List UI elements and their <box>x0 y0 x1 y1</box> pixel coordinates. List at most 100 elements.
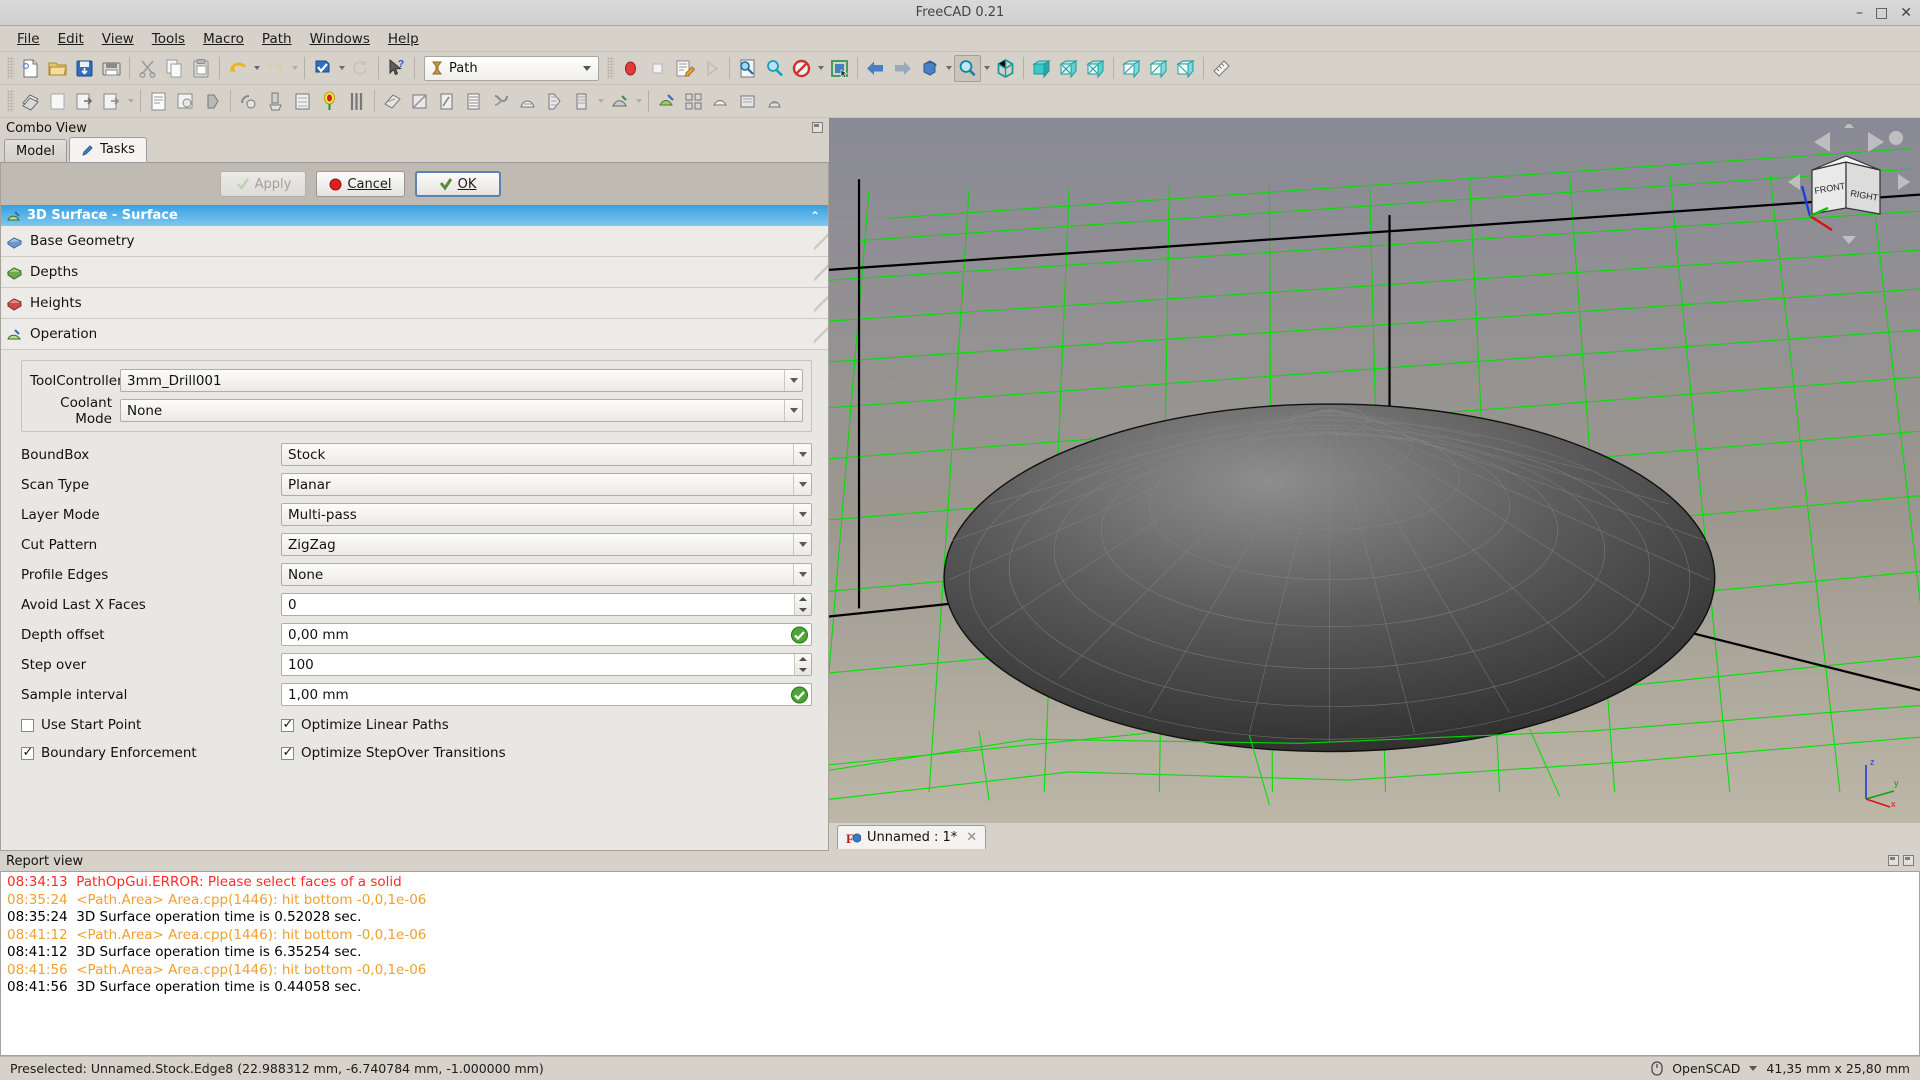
path-3d-surface-icon[interactable] <box>606 88 633 115</box>
left-view-icon[interactable] <box>1172 55 1199 82</box>
toolcontroller-select[interactable]: 3mm_Drill001 <box>120 369 803 392</box>
toolbar-handle[interactable] <box>7 57 14 79</box>
back-arrow-icon[interactable] <box>862 55 889 82</box>
scan-type-select[interactable]: Planar <box>281 473 812 496</box>
chevron-down-icon[interactable] <box>793 534 811 555</box>
zoom-dropdown-arrow[interactable] <box>981 55 992 82</box>
spinner-arrows-icon[interactable] <box>794 654 811 675</box>
chevron-down-icon[interactable] <box>784 400 802 421</box>
measure-icon[interactable] <box>1208 55 1235 82</box>
save-document-icon[interactable] <box>71 55 98 82</box>
report-view-body[interactable]: 08:34:13 PathOpGui.ERROR: Please select … <box>0 871 1920 1056</box>
rotate-view-icon[interactable] <box>916 55 943 82</box>
path-dressup-icon[interactable] <box>568 88 595 115</box>
path-inspect-gcode-icon[interactable] <box>145 88 172 115</box>
path-surface-icon[interactable] <box>514 88 541 115</box>
chevron-down-icon[interactable] <box>793 564 811 585</box>
path-engrave-icon[interactable] <box>433 88 460 115</box>
checkbox-box[interactable] <box>281 717 294 732</box>
3d-viewport[interactable]: FRONT RIGHT z y x <box>829 118 1920 823</box>
right-view-icon[interactable] <box>1082 55 1109 82</box>
undo-dropdown-arrow[interactable] <box>251 55 262 82</box>
macro-edit-icon[interactable] <box>671 55 698 82</box>
cut-pattern-select[interactable]: ZigZag <box>281 533 812 556</box>
menu-edit[interactable]: Edit <box>49 28 93 50</box>
close-dock-icon[interactable] <box>1903 855 1914 866</box>
path-copy-operation-icon[interactable] <box>653 88 680 115</box>
refresh-dropdown-arrow[interactable] <box>336 55 347 82</box>
path-custom-icon[interactable] <box>761 88 788 115</box>
avoid-last-x-faces-stepper[interactable]: 0 <box>281 593 812 616</box>
checkbox-optimize-linear-paths[interactable]: Optimize Linear Paths <box>281 717 449 733</box>
path-waterline-icon[interactable] <box>541 88 568 115</box>
workbench-selector[interactable]: Path <box>424 55 599 81</box>
maximize-button[interactable]: □ <box>1875 6 1888 20</box>
unit-system-label[interactable]: OpenSCAD <box>1672 1061 1740 1076</box>
group-base-geometry[interactable]: Base Geometry <box>1 226 828 257</box>
group-operation[interactable]: Operation <box>1 319 828 350</box>
menu-tools[interactable]: Tools <box>143 28 194 50</box>
navigation-cube[interactable]: FRONT RIGHT <box>1784 124 1914 244</box>
tab-model[interactable]: Model <box>4 139 68 162</box>
select-visible-icon[interactable] <box>826 55 853 82</box>
path-job-icon[interactable] <box>17 88 44 115</box>
path-export-icon[interactable] <box>71 88 98 115</box>
zoom-tool-icon[interactable] <box>954 54 981 82</box>
close-icon[interactable]: ✕ <box>966 830 977 845</box>
path-drilling-icon[interactable] <box>316 88 343 115</box>
checkbox-optimize-stepover-transitions[interactable]: Optimize StepOver Transitions <box>281 745 506 761</box>
group-heights[interactable]: Heights <box>1 288 828 319</box>
toolbar-handle[interactable] <box>7 90 14 112</box>
chevron-up-icon[interactable]: ⌃ <box>810 209 820 223</box>
axonometric-view-icon[interactable] <box>992 55 1019 82</box>
menu-path[interactable]: Path <box>253 28 301 50</box>
chevron-down-icon[interactable] <box>784 370 802 391</box>
fit-selection-icon[interactable] <box>761 55 788 82</box>
path-export-template-icon[interactable] <box>98 88 125 115</box>
macro-execute-icon[interactable] <box>698 55 725 82</box>
menu-macro[interactable]: Macro <box>194 28 253 50</box>
path-slot-icon[interactable] <box>406 88 433 115</box>
path-face-icon[interactable] <box>289 88 316 115</box>
float-dock-icon[interactable] <box>1888 855 1899 866</box>
chevron-down-icon[interactable] <box>793 474 811 495</box>
front-view-icon[interactable] <box>1028 55 1055 82</box>
apply-button[interactable]: Apply <box>220 171 307 197</box>
cut-icon[interactable] <box>134 55 161 82</box>
new-document-icon[interactable] <box>17 55 44 82</box>
boundbox-select[interactable]: Stock <box>281 443 812 466</box>
task-header[interactable]: 3D Surface - Surface ⌃ <box>1 205 828 226</box>
rotate-dropdown-arrow[interactable] <box>943 55 954 82</box>
group-depths[interactable]: Depths <box>1 257 828 288</box>
checkbox-boundary-enforcement[interactable]: Boundary Enforcement <box>21 745 281 761</box>
chevron-down-icon[interactable] <box>793 504 811 525</box>
path-simulator-icon[interactable] <box>172 88 199 115</box>
path-adaptive-icon[interactable] <box>379 88 406 115</box>
redo-dropdown-arrow[interactable] <box>289 55 300 82</box>
layer-mode-select[interactable]: Multi-pass <box>281 503 812 526</box>
forward-arrow-icon[interactable] <box>889 55 916 82</box>
menu-view[interactable]: View <box>93 28 143 50</box>
depth-offset-input[interactable]: 0,00 mm <box>281 623 812 646</box>
whats-this-icon[interactable]: ? <box>383 55 410 82</box>
path-profile-icon[interactable] <box>235 88 262 115</box>
path-sanity-icon[interactable] <box>199 88 226 115</box>
path-export-dropdown-arrow[interactable] <box>125 88 136 115</box>
chevron-down-icon[interactable] <box>1749 1066 1758 1071</box>
copy-icon[interactable] <box>161 55 188 82</box>
close-button[interactable]: ✕ <box>1900 6 1912 20</box>
refresh-document-icon[interactable] <box>309 55 336 82</box>
checkbox-box[interactable] <box>21 718 34 732</box>
menu-file[interactable]: File <box>8 28 49 50</box>
bottom-view-icon[interactable] <box>1145 55 1172 82</box>
path-stop-icon[interactable] <box>734 88 761 115</box>
path-3d-dropdown-arrow[interactable] <box>633 88 644 115</box>
path-deburr-icon[interactable] <box>460 88 487 115</box>
path-dressup-dropdown-arrow[interactable] <box>595 88 606 115</box>
path-array-icon[interactable] <box>680 88 707 115</box>
sample-interval-input[interactable]: 1,00 mm <box>281 683 812 706</box>
document-tab[interactable]: F Unnamed : 1* ✕ <box>837 825 987 849</box>
spinner-arrows-icon[interactable] <box>794 594 811 615</box>
draw-style-dropdown-arrow[interactable] <box>815 55 826 82</box>
menu-windows[interactable]: Windows <box>301 28 379 50</box>
